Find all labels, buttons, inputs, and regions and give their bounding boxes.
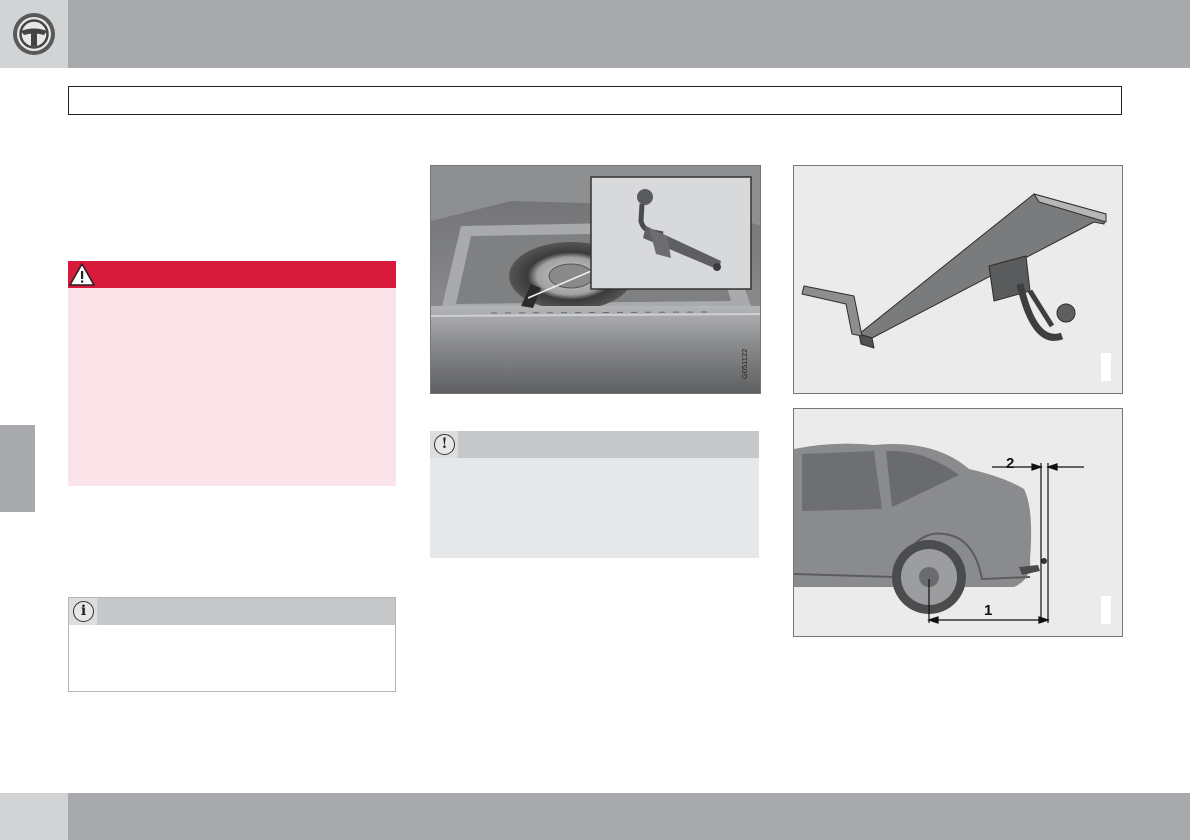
- header-icon-cell: [0, 0, 68, 68]
- dimension-label-1: 1: [984, 602, 992, 619]
- note-box: i: [68, 597, 396, 692]
- footer-band: [0, 793, 1190, 840]
- section-title-bar: [68, 86, 1122, 115]
- figure-code: G051122: [740, 349, 749, 379]
- warning-header: [68, 261, 396, 288]
- page-number-cell: [0, 793, 68, 840]
- steering-wheel-icon: [13, 13, 55, 55]
- warning-triangle-icon: [68, 261, 96, 288]
- chapter-tab: [0, 425, 35, 512]
- header-band: [0, 0, 1190, 68]
- caution-icon-cell: !: [430, 431, 458, 458]
- note-icon-cell: i: [69, 598, 97, 625]
- trunk-figure: G051122: [430, 165, 761, 394]
- dimension-figure: 2 1: [793, 408, 1123, 637]
- towbar-figure: [793, 165, 1123, 394]
- caution-header: [430, 431, 759, 458]
- caution-box: !: [430, 431, 759, 558]
- dimension-label-2: 2: [1006, 455, 1014, 472]
- note-header: [69, 598, 395, 625]
- exclamation-icon: !: [434, 434, 455, 455]
- info-icon: i: [73, 601, 94, 622]
- warning-box: [68, 261, 396, 486]
